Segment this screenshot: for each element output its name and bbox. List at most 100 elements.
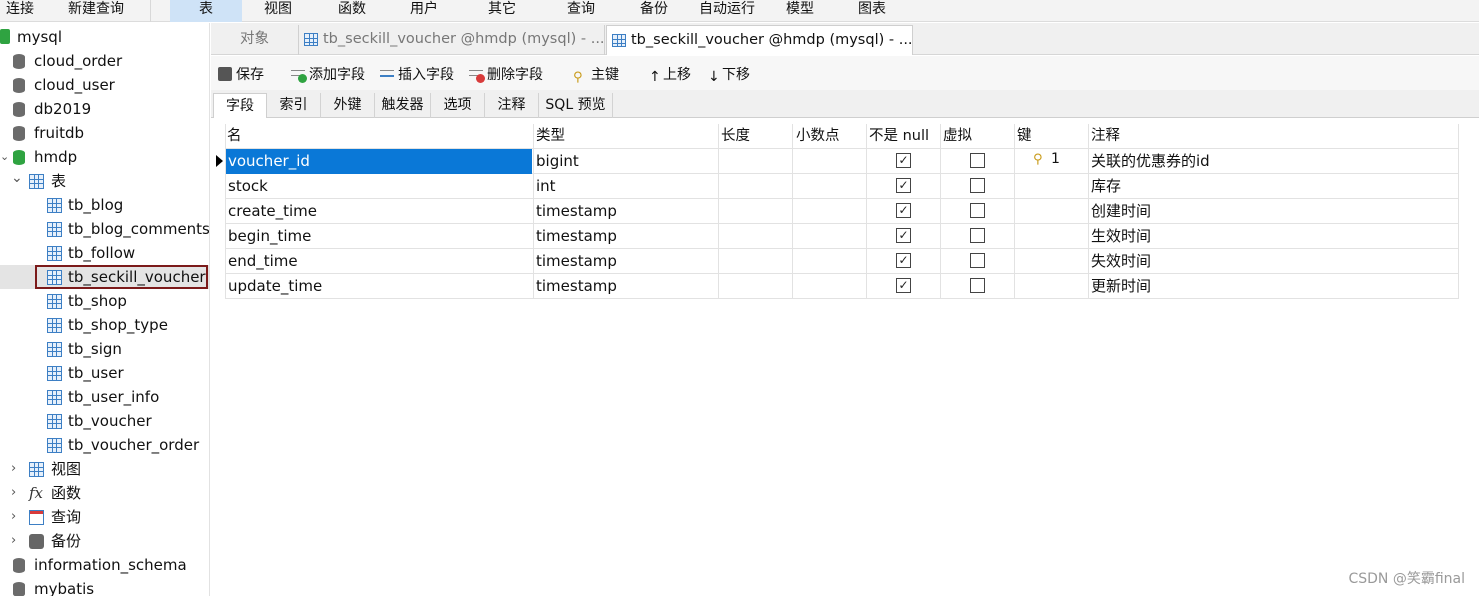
field-name-cell[interactable]: stock [228, 174, 268, 199]
tree-table-tb-blog[interactable]: tb_blog [0, 193, 209, 217]
chevron-right-icon[interactable]: › [11, 481, 16, 505]
tree-table-tb-voucher-order[interactable]: tb_voucher_order [0, 433, 209, 457]
tree-table-tb-seckill-voucher[interactable]: tb_seckill_voucher [0, 265, 209, 289]
chevron-right-icon[interactable]: › [11, 457, 16, 481]
tab-sql-preview[interactable]: SQL 预览 [539, 93, 613, 118]
field-type-cell[interactable]: int [536, 174, 556, 199]
menu-chart[interactable]: 图表 [846, 0, 898, 22]
menu-model[interactable]: 模型 [774, 0, 826, 22]
menu-function[interactable]: 函数 [326, 0, 378, 22]
comment-cell[interactable]: 失效时间 [1091, 249, 1151, 274]
menu-backup[interactable]: 备份 [628, 0, 680, 22]
comment-cell[interactable]: 库存 [1091, 174, 1121, 199]
field-type-cell[interactable]: timestamp [536, 199, 617, 224]
field-name-cell[interactable]: end_time [228, 249, 298, 274]
comment-cell[interactable]: 更新时间 [1091, 274, 1151, 299]
col-header-virtual[interactable]: 虚拟 [943, 124, 972, 148]
tab-indexes[interactable]: 索引 [267, 93, 321, 118]
tree-table-tb-user-info[interactable]: tb_user_info [0, 385, 209, 409]
tab-objects[interactable]: 对象 [211, 25, 299, 55]
backup-icon [29, 534, 44, 549]
menu-other[interactable]: 其它 [476, 0, 528, 22]
virtual-checkbox[interactable] [970, 278, 985, 293]
field-name-cell[interactable]: update_time [228, 274, 322, 299]
tree-db-fruitdb[interactable]: fruitdb [0, 121, 209, 145]
tree-table-tb-blog-comments[interactable]: tb_blog_comments [0, 217, 210, 241]
virtual-checkbox[interactable] [970, 203, 985, 218]
tab-comment[interactable]: 注释 [485, 93, 539, 118]
menu-query[interactable]: 查询 [555, 0, 607, 22]
menu-user[interactable]: 用户 [398, 0, 450, 22]
tab-table-design-2[interactable]: tb_seckill_voucher @hmdp (mysql) - ... [606, 25, 913, 55]
col-header-name[interactable]: 名 [227, 124, 242, 148]
tree-connection-mysql[interactable]: mysql [0, 25, 209, 49]
virtual-checkbox[interactable] [970, 253, 985, 268]
tree-db-information-schema[interactable]: information_schema [0, 553, 209, 577]
tab-options[interactable]: 选项 [431, 93, 485, 118]
tree-group-views[interactable]: › 视图 [0, 457, 209, 481]
tree-table-tb-shop[interactable]: tb_shop [0, 289, 209, 313]
col-header-type[interactable]: 类型 [536, 124, 565, 148]
comment-cell[interactable]: 关联的优惠券的id [1091, 149, 1210, 174]
chevron-right-icon[interactable]: › [11, 529, 16, 553]
field-type-cell[interactable]: timestamp [536, 224, 617, 249]
tree-label: tb_blog_comments [68, 220, 210, 238]
field-type-cell[interactable]: bigint [536, 149, 579, 174]
chevron-down-icon[interactable]: ⌄ [11, 166, 23, 190]
tree-group-backups[interactable]: › 备份 [0, 529, 209, 553]
tree-db-mybatis[interactable]: mybatis [0, 577, 209, 596]
comment-cell[interactable]: 生效时间 [1091, 224, 1151, 249]
col-header-comment[interactable]: 注释 [1091, 124, 1120, 148]
tab-foreign-keys[interactable]: 外键 [321, 93, 375, 118]
comment-cell[interactable]: 创建时间 [1091, 199, 1151, 224]
key-order-cell[interactable]: 1 [1051, 147, 1060, 172]
chevron-down-icon[interactable]: ⌄ [0, 145, 9, 169]
tree-table-tb-follow[interactable]: tb_follow [0, 241, 209, 265]
field-name-cell[interactable]: voucher_id [226, 149, 532, 174]
tree-db-cloud-user[interactable]: cloud_user [0, 73, 209, 97]
virtual-checkbox[interactable] [970, 153, 985, 168]
tab-triggers[interactable]: 触发器 [375, 93, 431, 118]
col-header-key[interactable]: 键 [1017, 124, 1032, 148]
not-null-checkbox[interactable]: ✓ [896, 178, 911, 193]
field-type-cell[interactable]: timestamp [536, 249, 617, 274]
menu-connect[interactable]: 连接 [0, 0, 40, 22]
tab-table-design-1[interactable]: tb_seckill_voucher @hmdp (mysql) - ... [299, 25, 605, 55]
col-header-decimals[interactable]: 小数点 [796, 124, 840, 148]
tree-group-queries[interactable]: › 查询 [0, 505, 209, 529]
col-header-length[interactable]: 长度 [721, 124, 750, 148]
menu-view[interactable]: 视图 [250, 0, 306, 22]
not-null-checkbox[interactable]: ✓ [896, 228, 911, 243]
menu-automation[interactable]: 自动运行 [694, 0, 760, 22]
menu-table[interactable]: 表 [170, 0, 242, 22]
tree-table-tb-voucher[interactable]: tb_voucher [0, 409, 209, 433]
menu-new-query[interactable]: 新建查询 [58, 0, 134, 22]
tree-table-tb-sign[interactable]: tb_sign [0, 337, 209, 361]
tree-tables-group[interactable]: ⌄ 表 [0, 166, 209, 193]
move-up-button[interactable]: ↑ 上移 [649, 65, 691, 85]
tab-fields[interactable]: 字段 [213, 93, 267, 118]
not-null-checkbox[interactable]: ✓ [896, 153, 911, 168]
col-header-not-null[interactable]: 不是 null [869, 124, 929, 148]
not-null-checkbox[interactable]: ✓ [896, 203, 911, 218]
tree-table-tb-shop-type[interactable]: tb_shop_type [0, 313, 209, 337]
add-field-button[interactable]: 添加字段 [291, 65, 365, 85]
move-down-button[interactable]: ↓ 下移 [708, 65, 750, 85]
not-null-checkbox[interactable]: ✓ [896, 278, 911, 293]
tree-db-hmdp[interactable]: ⌄ hmdp [0, 145, 209, 169]
field-type-cell[interactable]: timestamp [536, 274, 617, 299]
chevron-right-icon[interactable]: › [11, 505, 16, 529]
field-name-cell[interactable]: begin_time [228, 224, 311, 249]
delete-field-button[interactable]: 删除字段 [469, 65, 543, 85]
tree-table-tb-user[interactable]: tb_user [0, 361, 209, 385]
insert-field-button[interactable]: 插入字段 [380, 65, 454, 85]
not-null-checkbox[interactable]: ✓ [896, 253, 911, 268]
tree-db-cloud-order[interactable]: cloud_order [0, 49, 209, 73]
virtual-checkbox[interactable] [970, 228, 985, 243]
primary-key-button[interactable]: ⚲ 主键 [573, 65, 619, 85]
tree-db-db2019[interactable]: db2019 [0, 97, 209, 121]
virtual-checkbox[interactable] [970, 178, 985, 193]
tree-group-functions[interactable]: › fx 函数 [0, 481, 209, 505]
save-button[interactable]: 保存 [218, 65, 264, 85]
field-name-cell[interactable]: create_time [228, 199, 317, 224]
